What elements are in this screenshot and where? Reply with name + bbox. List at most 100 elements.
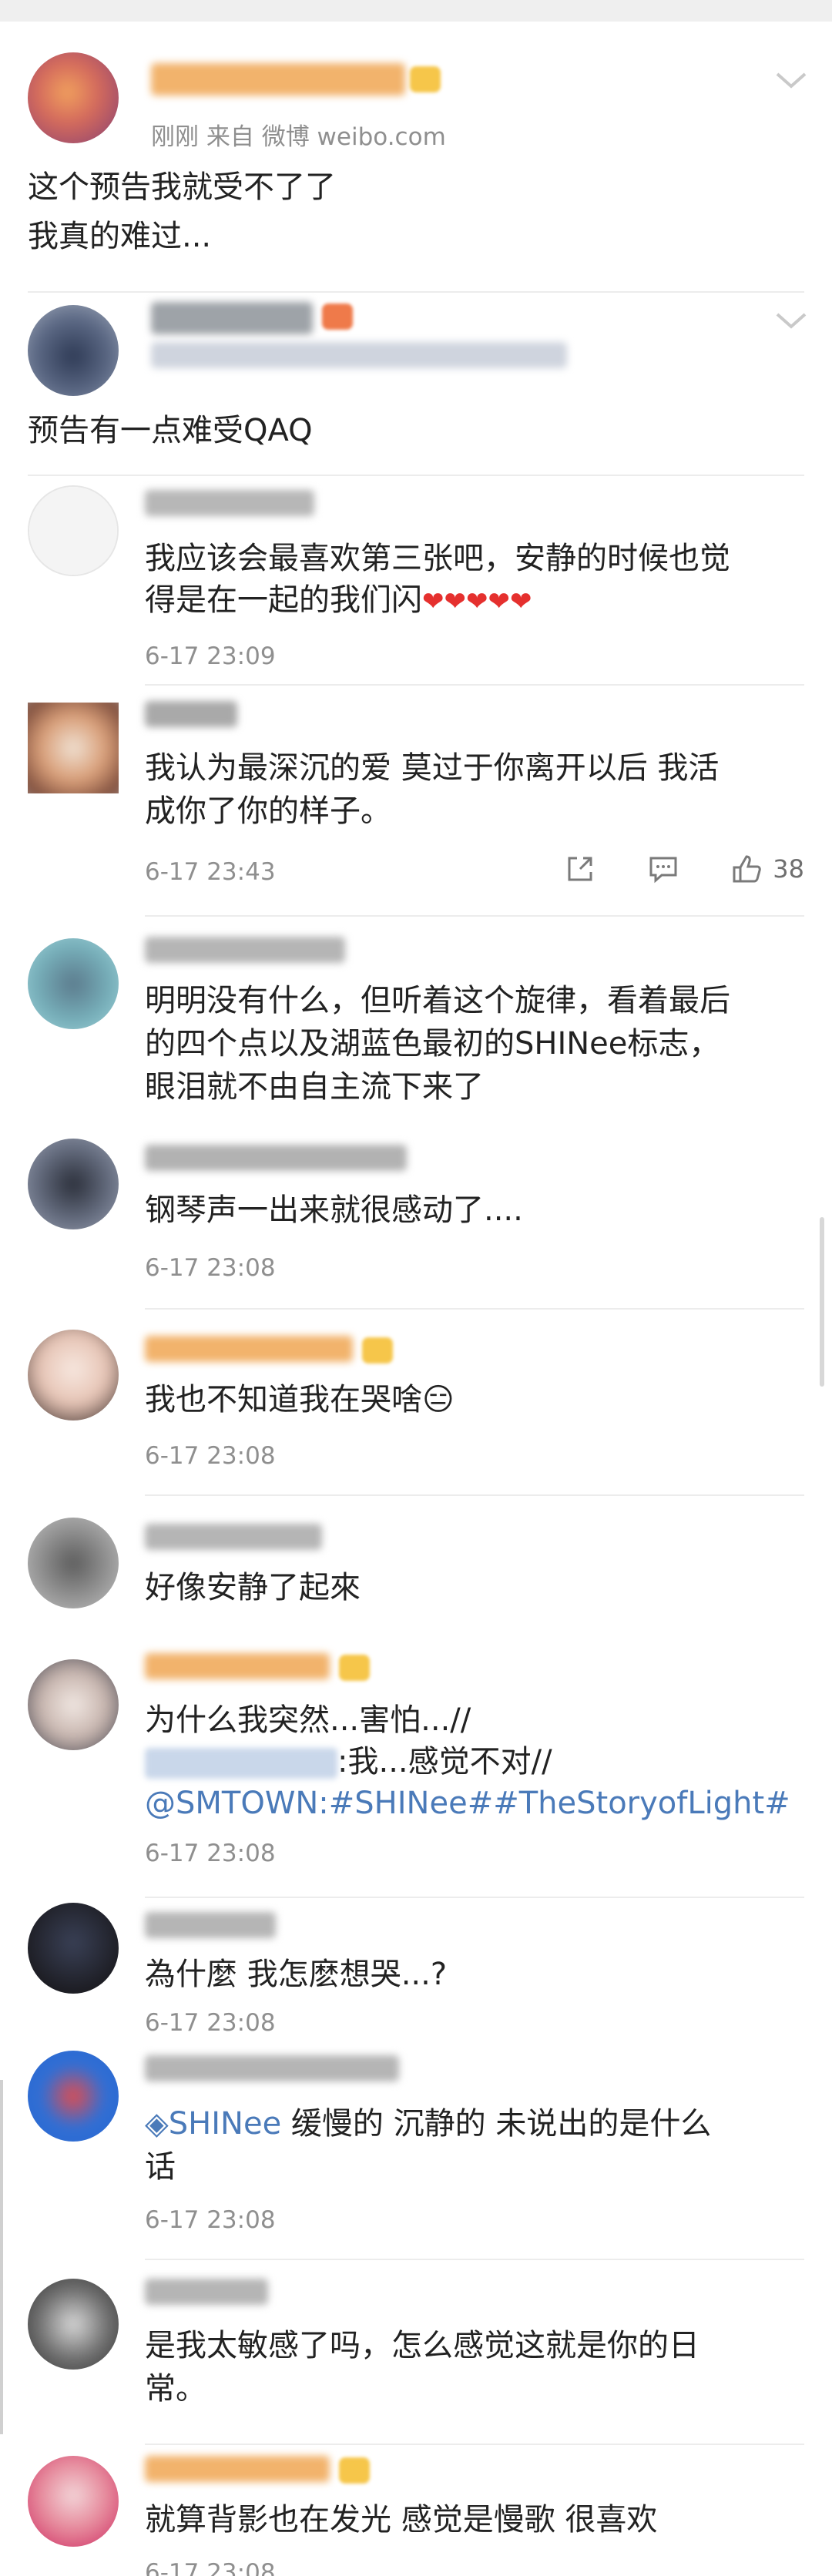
- avatar[interactable]: [28, 2456, 119, 2547]
- reply-text-part: 缓慢的 沉静的 未说出的是什么: [281, 2106, 712, 2142]
- reply-text-line: 为什么我突然...害怕...//: [145, 1702, 471, 1738]
- username-blurred[interactable]: [145, 2055, 399, 2081]
- username-blurred[interactable]: [145, 1336, 353, 1362]
- reply-text-line: 常。: [145, 2371, 206, 2407]
- super-topic-link[interactable]: SHINee: [169, 2106, 281, 2142]
- reply-text-line: @SMTOWN:#SHINee##TheStoryofLight#: [145, 1783, 790, 1825]
- username-blurred[interactable]: [145, 1145, 407, 1171]
- username-blurred[interactable]: [145, 490, 314, 516]
- avatar[interactable]: [28, 1139, 119, 1229]
- reply-time: 6-17 23:08: [145, 2009, 276, 2037]
- avatar[interactable]: [28, 938, 119, 1029]
- username-blurred[interactable]: [145, 937, 345, 963]
- reply-text-line: 我应该会最喜欢第三张吧，安静的时候也觉: [145, 541, 730, 576]
- reply-time: 6-17 23:08: [145, 1442, 276, 1470]
- comment-button[interactable]: [646, 852, 680, 886]
- share-icon: [568, 857, 592, 881]
- reply-item[interactable]: 就算背影也在发光 感觉是慢歌 很喜欢 6-17 23:08: [0, 2445, 832, 2576]
- reply-item[interactable]: 我应该会最喜欢第三张吧，安静的时候也觉 得是在一起的我们闪❤❤❤❤❤ 6-17 …: [0, 478, 832, 686]
- mention-link-blurred[interactable]: [145, 1748, 337, 1779]
- heart-icon: ❤❤❤❤❤: [422, 586, 532, 617]
- user-title-blurred: [151, 342, 567, 368]
- status-bar-strip: [0, 0, 832, 22]
- topic-link[interactable]: @SMTOWN:#SHINee##TheStoryofLight#: [145, 1786, 790, 1821]
- avatar[interactable]: [28, 2051, 119, 2142]
- post-text: 预告有一点难受QAQ: [28, 413, 313, 448]
- avatar[interactable]: [28, 1330, 119, 1420]
- reply-text-line: 明明没有什么，但听着这个旋律，看着最后: [145, 983, 730, 1018]
- reply-item[interactable]: 明明没有什么，但听着这个旋律，看着最后 的四个点以及湖蓝色最初的SHINee标志…: [0, 917, 832, 1132]
- reply-time: 6-17 23:09: [145, 642, 276, 670]
- username-blurred[interactable]: [145, 1524, 322, 1550]
- reply-item[interactable]: 是我太敏感了吗，怎么感觉这就是你的日 常。: [0, 2260, 832, 2445]
- username-blurred[interactable]: [151, 302, 313, 334]
- reply-text-line: 钢琴声一出来就很感动了....: [145, 1192, 523, 1228]
- reply-text-part: :我...感觉不对//: [337, 1744, 552, 1779]
- post-text-line: 我真的难过...: [28, 219, 212, 254]
- comment-icon: [649, 857, 677, 884]
- avatar[interactable]: [28, 2279, 119, 2370]
- username-blurred[interactable]: [151, 63, 405, 96]
- avatar[interactable]: [28, 1903, 119, 1994]
- reply-text-line: 是我太敏感了吗，怎么感觉这就是你的日: [145, 2328, 699, 2363]
- reply-item[interactable]: 为什么我突然...害怕...// :我...感觉不对// @SMTOWN:#SH…: [0, 1642, 832, 1897]
- avatar[interactable]: [28, 52, 119, 143]
- divider: [28, 475, 804, 476]
- like-icon: [733, 855, 762, 883]
- reply-time: 6-17 23:08: [145, 1840, 276, 1867]
- like-button[interactable]: 38: [730, 852, 804, 886]
- reply-text-line: 我也不知道我在哭啥😑: [145, 1379, 455, 1421]
- reply-time: 6-17 23:08: [145, 2206, 276, 2234]
- avatar[interactable]: [28, 1518, 119, 1608]
- reply-item[interactable]: ◈SHINee 缓慢的 沉静的 未说出的是什么 话 6-17 23:08: [0, 2046, 832, 2269]
- reply-text-line: 好像安静了起來: [145, 1570, 361, 1605]
- avatar[interactable]: [28, 703, 119, 793]
- reply-item[interactable]: 钢琴声一出来就很感动了.... 6-17 23:08: [0, 1132, 832, 1308]
- username-blurred[interactable]: [145, 2456, 330, 2482]
- reply-time: 6-17 23:43: [145, 858, 276, 886]
- avatar[interactable]: [28, 305, 119, 396]
- comment-post-1[interactable]: 刚刚 来自 微博 weibo.com 这个预告我就受不了了 我真的难过...: [0, 22, 832, 293]
- comment-post-2[interactable]: 预告有一点难受QAQ: [0, 293, 832, 476]
- reply-item[interactable]: 我认为最深沉的爱 莫过于你离开以后 我活 成你了你的样子。 6-17 23:43…: [0, 686, 832, 917]
- post-text-line: 这个预告我就受不了了: [28, 169, 336, 205]
- reply-text-line: 话: [145, 2149, 176, 2185]
- reply-item[interactable]: 為什麼 我怎麽想哭...? 6-17 23:08: [0, 1898, 832, 2044]
- chevron-down-icon[interactable]: [774, 69, 808, 92]
- member-badge-icon: [410, 66, 441, 92]
- diamond-icon: ◈: [145, 2106, 169, 2142]
- reply-text-line: 為什麼 我怎麽想哭...?: [145, 1957, 448, 1992]
- reply-item[interactable]: 我也不知道我在哭啥😑 6-17 23:08: [0, 1310, 832, 1494]
- reply-time: 6-17 23:08: [145, 2559, 276, 2576]
- avatar[interactable]: [28, 1659, 119, 1750]
- reply-text-line: ◈SHINee 缓慢的 沉静的 未说出的是什么: [145, 2103, 711, 2145]
- reply-item[interactable]: 好像安静了起來: [0, 1496, 832, 1642]
- expressionless-face-icon: 😑: [422, 1382, 455, 1417]
- member-badge-icon: [322, 304, 353, 330]
- username-blurred[interactable]: [145, 2279, 268, 2305]
- reply-actions: 38: [563, 852, 804, 886]
- username-blurred[interactable]: [145, 701, 237, 727]
- reply-text-line: 的四个点以及湖蓝色最初的SHINee标志，: [145, 1026, 720, 1062]
- member-badge-icon: [339, 2457, 370, 2484]
- reply-time: 6-17 23:08: [145, 1254, 276, 1282]
- reply-text-line: 得是在一起的我们闪❤❤❤❤❤: [145, 579, 532, 623]
- reply-text-part: 得是在一起的我们闪: [145, 582, 422, 618]
- edge-strip: [0, 2080, 3, 2434]
- post-meta: 刚刚 来自 微博 weibo.com: [151, 123, 446, 151]
- member-badge-icon: [362, 1337, 393, 1363]
- reply-text-line: 我认为最深沉的爱 莫过于你离开以后 我活: [145, 750, 720, 786]
- reply-text-line: 眼泪就不由自主流下来了: [145, 1069, 484, 1105]
- chevron-down-icon[interactable]: [774, 310, 808, 333]
- reply-text-part: 我也不知道我在哭啥: [145, 1382, 422, 1417]
- reply-text-line: 就算背影也在发光 感觉是慢歌 很喜欢: [145, 2502, 658, 2537]
- scrollbar[interactable]: [820, 1217, 824, 1387]
- username-blurred[interactable]: [145, 1653, 330, 1679]
- like-count: 38: [773, 854, 804, 884]
- reply-text-line: :我...感觉不对//: [145, 1741, 552, 1783]
- share-button[interactable]: [563, 852, 597, 886]
- avatar[interactable]: [28, 485, 119, 576]
- reply-text-line: 成你了你的样子。: [145, 793, 391, 829]
- member-badge-icon: [339, 1655, 370, 1681]
- username-blurred[interactable]: [145, 1912, 276, 1938]
